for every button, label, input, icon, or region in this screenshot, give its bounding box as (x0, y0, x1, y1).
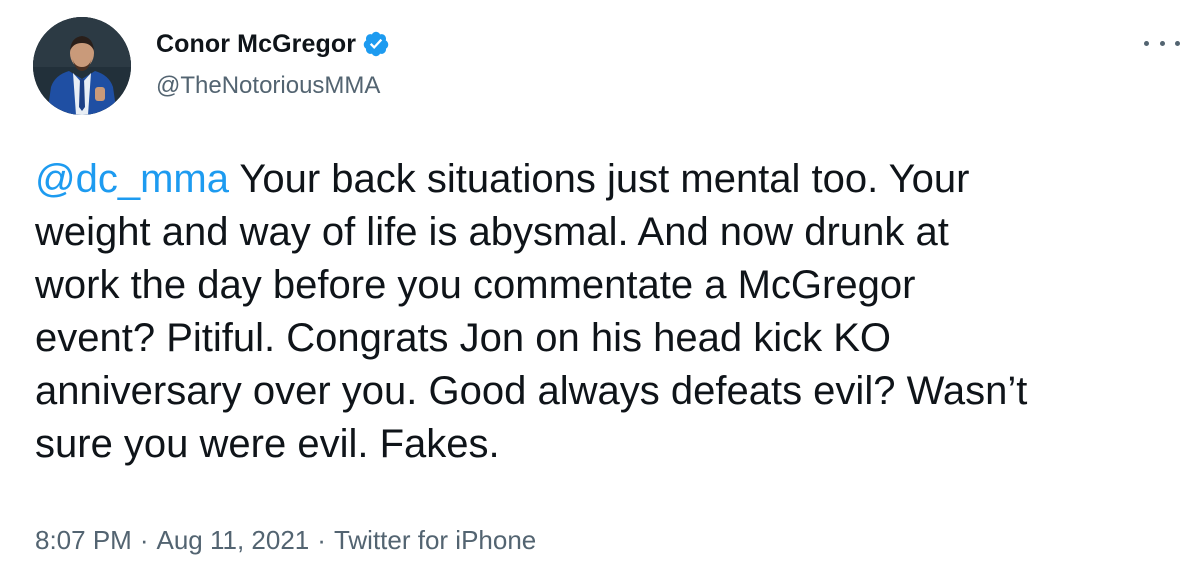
tweet-date[interactable]: Aug 11, 2021 (157, 525, 310, 556)
author-avatar[interactable] (33, 17, 131, 115)
profile-photo (33, 17, 131, 115)
more-dot (1175, 40, 1180, 46)
tweet-text: @dc_mma Your back situations just mental… (35, 153, 1175, 471)
verified-badge-icon (362, 30, 390, 58)
mention-link[interactable]: @dc_mma (35, 157, 229, 201)
tweet-line: anniversary over you. Good always defeat… (35, 369, 1028, 413)
tweet-line: sure you were evil. Fakes. (35, 422, 500, 466)
tweet-card: Conor McGregor @TheNotoriousMMA @dc_mma … (0, 0, 1198, 574)
author-name[interactable]: Conor McGregor (156, 30, 356, 59)
tweet-line: weight and way of life is abysmal. And n… (35, 210, 949, 254)
tweet-line: Your back situations just mental too. Yo… (228, 157, 970, 201)
tweet-line: work the day before you commentate a McG… (35, 263, 916, 307)
meta-separator: · (317, 525, 326, 555)
tweet-source[interactable]: Twitter for iPhone (334, 525, 536, 556)
more-dot (1159, 40, 1165, 46)
meta-separator: · (139, 525, 149, 555)
author-handle[interactable]: @TheNotoriousMMA (156, 72, 380, 100)
author-name-row: Conor McGregor (156, 28, 390, 60)
tweet-meta: 8:07 PM · Aug 11, 2021 · Twitter for iPh… (35, 525, 536, 556)
more-dot (1144, 40, 1149, 46)
tweet-line: event? Pitiful. Congrats Jon on his head… (35, 316, 892, 360)
tweet-time[interactable]: 8:07 PM (35, 525, 132, 556)
more-options-icon[interactable] (1144, 33, 1180, 53)
